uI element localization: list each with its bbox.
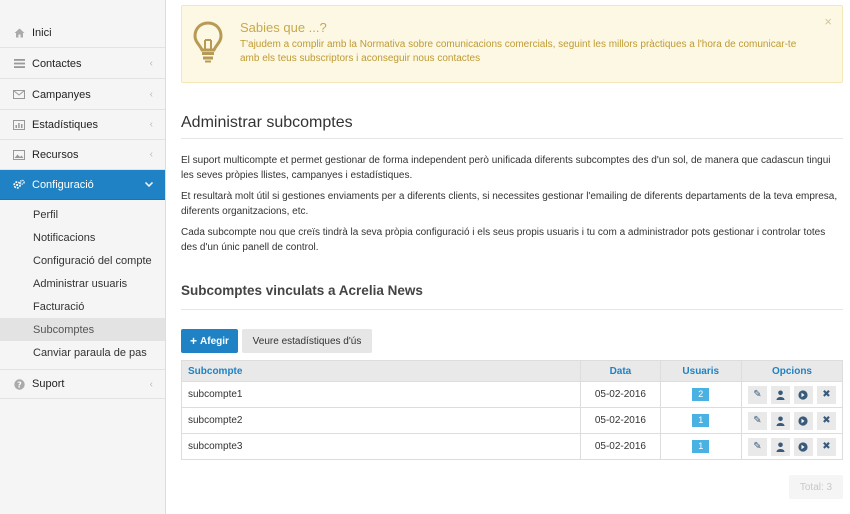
chevron-left-icon: ‹ xyxy=(149,119,153,130)
add-subaccount-button[interactable]: + Afegir xyxy=(181,329,238,353)
envelope-icon xyxy=(13,89,25,101)
column-header-opcions: Opcions xyxy=(740,360,844,382)
sidebar-item-label: Estadístiques xyxy=(32,118,99,131)
delete-icon[interactable]: ✖ xyxy=(816,437,836,456)
add-button-label: Afegir xyxy=(200,335,229,347)
home-icon xyxy=(13,27,25,39)
users-count-badge: 2 xyxy=(692,388,710,401)
chevron-left-icon: ‹ xyxy=(149,378,153,390)
users-count-badge: 1 xyxy=(692,414,710,427)
submenu-item-configuracio-compte[interactable]: Configuració del compte xyxy=(0,249,165,272)
description-paragraph-2: Et resultarà molt útil si gestiones envi… xyxy=(181,191,838,217)
question-icon: ? xyxy=(13,378,25,390)
edit-icon[interactable]: ✎ xyxy=(747,385,767,404)
sidebar-item-label: Inici xyxy=(32,26,52,39)
table-row: subcompte3 05-02-2016 1 ✎ ✖ xyxy=(180,433,844,460)
total-count: Total: 3 xyxy=(789,475,843,499)
edit-icon[interactable]: ✎ xyxy=(747,437,767,456)
configuracio-submenu: Perfil Notificacions Configuració del co… xyxy=(0,200,165,364)
plus-icon: + xyxy=(190,334,198,348)
lightbulb-icon xyxy=(192,20,224,67)
list-icon xyxy=(13,58,25,70)
subaccounts-table: Subcompte Data Usuaris Opcions subcompte… xyxy=(180,360,844,460)
column-header-subcompte[interactable]: Subcompte xyxy=(180,360,582,382)
submenu-item-canviar-paraula-pas[interactable]: Canviar paraula de pas xyxy=(0,341,165,364)
alert-title: Sabies que ...? xyxy=(240,20,327,35)
divider xyxy=(181,309,843,310)
close-icon[interactable]: × xyxy=(824,14,832,29)
sidebar-item-contactes[interactable]: Contactes ‹ xyxy=(0,49,165,79)
chevron-down-icon xyxy=(144,179,154,190)
delete-icon[interactable]: ✖ xyxy=(816,385,836,404)
delete-icon[interactable]: ✖ xyxy=(816,411,836,430)
subaccount-name: subcompte1 xyxy=(180,381,582,408)
enter-icon[interactable] xyxy=(793,385,813,404)
sidebar-item-label: Recursos xyxy=(32,148,79,161)
submenu-item-notificacions[interactable]: Notificacions xyxy=(0,226,165,249)
column-header-usuaris[interactable]: Usuaris xyxy=(659,360,742,382)
sidebar-item-estadistiques[interactable]: Estadístiques ‹ xyxy=(0,110,165,140)
description-paragraph-3: Cada subcompte nou que creïs tindrà la s… xyxy=(181,227,826,253)
sidebar-item-inici[interactable]: Inici xyxy=(0,18,165,48)
sidebar-item-suport[interactable]: ? Suport ‹ xyxy=(0,369,165,399)
alert-text: T'ajudem a complir amb la Normativa sobr… xyxy=(240,39,797,64)
submenu-item-administrar-usuaris[interactable]: Administrar usuaris xyxy=(0,272,165,295)
chevron-left-icon: ‹ xyxy=(149,149,153,160)
bar-chart-icon xyxy=(13,119,25,131)
subaccount-date: 05-02-2016 xyxy=(580,381,661,408)
svg-text:?: ? xyxy=(17,380,22,389)
submenu-item-subcomptes[interactable]: Subcomptes xyxy=(0,318,165,341)
divider xyxy=(181,138,843,139)
tip-alert: Sabies que ...? T'ajudem a complir amb l… xyxy=(181,5,843,83)
image-icon xyxy=(13,149,25,161)
page-title: Administrar subcomptes xyxy=(181,114,353,131)
usage-stats-button[interactable]: Veure estadístiques d'ús xyxy=(242,329,372,353)
sidebar-item-label: Contactes xyxy=(32,57,82,70)
user-icon[interactable] xyxy=(770,385,790,404)
sidebar-item-label: Suport xyxy=(32,378,65,390)
edit-icon[interactable]: ✎ xyxy=(747,411,767,430)
subaccount-name: subcompte3 xyxy=(180,433,582,460)
subaccount-date: 05-02-2016 xyxy=(580,433,661,460)
table-row: subcompte2 05-02-2016 1 ✎ ✖ xyxy=(180,407,844,434)
user-icon[interactable] xyxy=(770,437,790,456)
subaccount-date: 05-02-2016 xyxy=(580,407,661,434)
enter-icon[interactable] xyxy=(793,411,813,430)
submenu-item-perfil[interactable]: Perfil xyxy=(0,203,165,226)
sidebar-item-configuracio[interactable]: Configuració xyxy=(0,170,165,200)
sidebar-item-recursos[interactable]: Recursos ‹ xyxy=(0,140,165,170)
column-header-data[interactable]: Data xyxy=(580,360,661,382)
section-title: Subcomptes vinculats a Acrelia News xyxy=(181,283,423,298)
sidebar-item-label: Campanyes xyxy=(32,88,91,101)
subaccount-name: subcompte2 xyxy=(180,407,582,434)
users-count-badge: 1 xyxy=(692,440,710,453)
sidebar-item-campanyes[interactable]: Campanyes ‹ xyxy=(0,80,165,110)
user-icon[interactable] xyxy=(770,411,790,430)
cogs-icon xyxy=(13,179,25,191)
chevron-left-icon: ‹ xyxy=(149,58,153,69)
table-row: subcompte1 05-02-2016 2 ✎ ✖ xyxy=(180,381,844,408)
enter-icon[interactable] xyxy=(793,437,813,456)
sidebar-item-label: Configuració xyxy=(32,178,94,191)
sidebar: Inici Contactes ‹ Campanyes ‹ Estadístiq… xyxy=(0,0,166,514)
submenu-item-facturacio[interactable]: Facturació xyxy=(0,295,165,318)
chevron-left-icon: ‹ xyxy=(149,89,153,100)
description-paragraph-1: El suport multicompte et permet gestiona… xyxy=(181,155,831,181)
